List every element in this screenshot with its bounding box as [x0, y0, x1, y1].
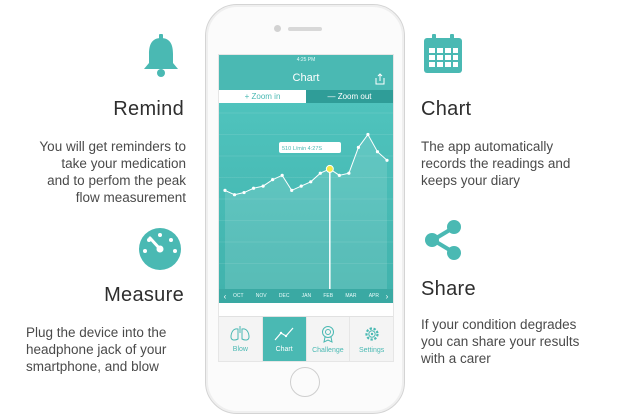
zoom-in-button[interactable]: + Zoom in	[219, 90, 306, 103]
reading-point[interactable]	[232, 193, 237, 197]
reading-point[interactable]	[290, 188, 294, 192]
reading-point[interactable]	[318, 171, 322, 175]
reading-point[interactable]	[347, 171, 351, 175]
month-labels: OCT NOV DEC JAN FEB MAR APR	[231, 293, 381, 299]
reading-point[interactable]	[271, 178, 275, 182]
tab-label: Chart	[275, 345, 293, 353]
month-label: OCT	[233, 293, 244, 299]
chart-section: Chart The app automatically records the …	[421, 98, 631, 189]
remind-text-line: and to perfom the peak	[47, 173, 186, 188]
month-label: FEB	[323, 293, 334, 299]
chart-title: Chart	[421, 98, 472, 120]
reading-point[interactable]	[242, 190, 246, 195]
month-label: APR	[368, 293, 379, 299]
measure-text-line: Plug the device into the	[26, 325, 167, 340]
reading-point[interactable]	[280, 173, 284, 177]
remind-title: Remind	[113, 98, 184, 120]
share-section: Share If your condition degrades you can…	[421, 278, 633, 367]
share-icon	[421, 218, 465, 262]
tab-blow[interactable]: Blow	[219, 317, 262, 361]
remind-text-line: flow measurement	[75, 190, 186, 205]
reading-point[interactable]	[261, 184, 265, 188]
chart-icon	[274, 327, 294, 340]
medal-icon	[321, 325, 334, 343]
chevron-right-icon[interactable]: ›	[381, 292, 393, 301]
measure-text-line: headphone jack of your	[26, 342, 167, 357]
nav-title: Chart	[292, 72, 320, 84]
app-screen: 4:25 PM Chart + Zoom in — Zoom out 510 L…	[218, 54, 394, 362]
chart-tooltip: 510 L/min 4:27S	[279, 142, 341, 153]
peak-flow-chart[interactable]: 510 L/min 4:27S	[219, 103, 393, 289]
reading-point[interactable]	[337, 173, 341, 177]
chevron-left-icon[interactable]: ‹	[219, 292, 231, 301]
share-export-icon[interactable]	[375, 72, 385, 90]
remind-section: Remind You will get reminders to take yo…	[14, 98, 186, 206]
reading-area	[225, 134, 387, 289]
tab-chart[interactable]: Chart	[261, 317, 306, 361]
month-label: JAN	[301, 293, 312, 299]
share-text-line: If your condition degrades	[421, 317, 577, 332]
tab-label: Settings	[358, 346, 385, 354]
tab-settings[interactable]: Settings	[349, 317, 393, 361]
status-bar: 4:25 PM	[219, 55, 393, 66]
measure-section: Measure Plug the device into the headpho…	[14, 284, 186, 375]
chart-text-line: records the readings and	[421, 156, 571, 171]
selected-point[interactable]	[325, 164, 334, 173]
month-label: MAR	[345, 293, 357, 299]
reading-point[interactable]	[299, 184, 303, 188]
reading-point[interactable]	[251, 186, 256, 190]
lungs-icon	[230, 325, 250, 341]
reading-point[interactable]	[309, 180, 313, 184]
chart-text-line: The app automatically	[421, 139, 554, 154]
gauge-icon	[132, 225, 188, 271]
calendar-icon	[421, 32, 465, 76]
measure-title: Measure	[104, 284, 184, 306]
tooltip-text: 510 L/min 4:27S	[282, 146, 322, 152]
month-label: NOV	[255, 293, 267, 299]
phone-speaker	[288, 27, 322, 31]
reading-point[interactable]	[356, 145, 361, 149]
zoom-bar: + Zoom in — Zoom out	[219, 90, 393, 103]
home-button[interactable]	[290, 367, 320, 397]
month-axis: ‹ OCT NOV DEC JAN FEB MAR APR ›	[219, 289, 393, 303]
chart-text-line: keeps your diary	[421, 173, 521, 188]
gear-icon	[365, 326, 379, 341]
reading-point[interactable]	[375, 150, 380, 154]
measure-text-line: smartphone, and blow	[26, 359, 159, 374]
remind-text-line: You will get reminders to	[39, 139, 186, 154]
tab-label: Challenge	[312, 346, 344, 354]
tab-label: Blow	[232, 345, 248, 353]
zoom-out-button[interactable]: — Zoom out	[306, 90, 393, 103]
bell-icon	[138, 32, 184, 78]
share-text-line: with a carer	[421, 351, 491, 366]
nav-bar: Chart	[219, 66, 393, 90]
tab-bar: Blow Chart Challenge Settings	[219, 316, 393, 361]
reading-point[interactable]	[223, 188, 227, 192]
share-text-line: you can share your results	[421, 334, 580, 349]
reading-point[interactable]	[366, 132, 370, 137]
share-title: Share	[421, 278, 476, 300]
tab-challenge[interactable]: Challenge	[305, 317, 350, 361]
phone-camera	[274, 25, 281, 32]
remind-text-line: take your medication	[61, 156, 186, 171]
month-label: DEC	[278, 293, 290, 299]
reading-point[interactable]	[385, 158, 389, 162]
phone-frame: 4:25 PM Chart + Zoom in — Zoom out 510 L…	[205, 4, 405, 414]
